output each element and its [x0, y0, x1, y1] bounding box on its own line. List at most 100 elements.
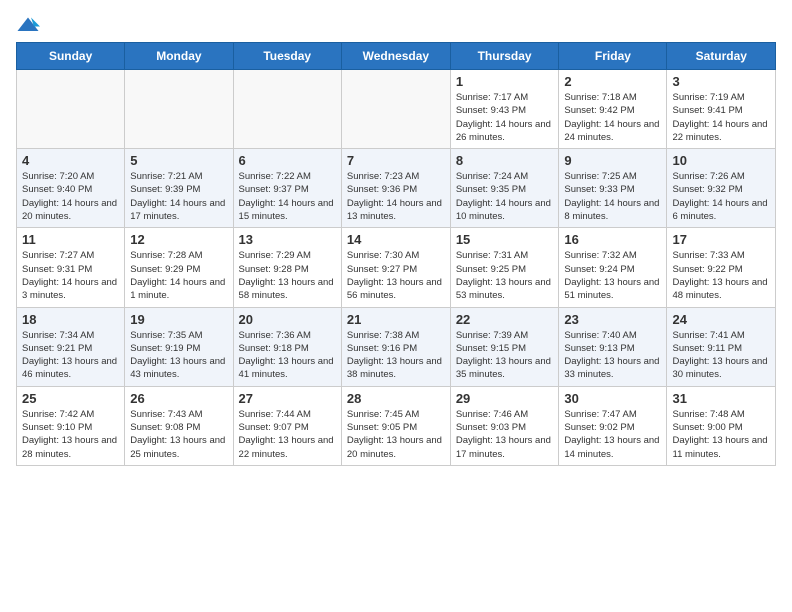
calendar-cell: 17 Sunrise: 7:33 AM Sunset: 9:22 PM Dayli…: [667, 228, 776, 307]
day-number: 31: [672, 391, 770, 406]
day-info: Sunrise: 7:47 AM Sunset: 9:02 PM Dayligh…: [564, 408, 661, 461]
calendar-week-row: 18 Sunrise: 7:34 AM Sunset: 9:21 PM Dayli…: [17, 307, 776, 386]
calendar-cell: 26Sunrise: 7:43 AM Sunset: 9:08 PM Dayli…: [125, 386, 233, 465]
calendar-cell: 13 Sunrise: 7:29 AM Sunset: 9:28 PM Dayli…: [233, 228, 341, 307]
day-info: Sunrise: 7:24 AM Sunset: 9:35 PM Dayligh…: [456, 170, 554, 223]
day-number: 7: [347, 153, 445, 168]
calendar-cell: [341, 70, 450, 149]
calendar-cell: [17, 70, 125, 149]
day-number: 30: [564, 391, 661, 406]
calendar-cell: 23 Sunrise: 7:40 AM Sunset: 9:13 PM Dayli…: [559, 307, 667, 386]
day-number: 5: [130, 153, 227, 168]
calendar-week-row: 11Sunrise: 7:27 AM Sunset: 9:31 PM Dayli…: [17, 228, 776, 307]
calendar-cell: 8 Sunrise: 7:24 AM Sunset: 9:35 PM Daylig…: [450, 149, 559, 228]
calendar-cell: 29 Sunrise: 7:46 AM Sunset: 9:03 PM Dayli…: [450, 386, 559, 465]
day-info: Sunrise: 7:23 AM Sunset: 9:36 PM Dayligh…: [347, 170, 445, 223]
day-info: Sunrise: 7:48 AM Sunset: 9:00 PM Dayligh…: [672, 408, 770, 461]
calendar-week-row: 25 Sunrise: 7:42 AM Sunset: 9:10 PM Dayli…: [17, 386, 776, 465]
day-number: 16: [564, 232, 661, 247]
day-number: 21: [347, 312, 445, 327]
calendar-cell: 9 Sunrise: 7:25 AM Sunset: 9:33 PM Daylig…: [559, 149, 667, 228]
day-info: Sunrise: 7:17 AM Sunset: 9:43 PM Dayligh…: [456, 91, 554, 144]
calendar-cell: 4 Sunrise: 7:20 AM Sunset: 9:40 PM Daylig…: [17, 149, 125, 228]
calendar-header-row: SundayMondayTuesdayWednesdayThursdayFrid…: [17, 43, 776, 70]
calendar-cell: 30 Sunrise: 7:47 AM Sunset: 9:02 PM Dayli…: [559, 386, 667, 465]
day-number: 20: [239, 312, 336, 327]
calendar-cell: 22 Sunrise: 7:39 AM Sunset: 9:15 PM Dayli…: [450, 307, 559, 386]
day-info: Sunrise: 7:32 AM Sunset: 9:24 PM Dayligh…: [564, 249, 661, 302]
calendar-cell: 15 Sunrise: 7:31 AM Sunset: 9:25 PM Dayli…: [450, 228, 559, 307]
day-number: 18: [22, 312, 119, 327]
calendar-table: SundayMondayTuesdayWednesdayThursdayFrid…: [16, 42, 776, 466]
day-info: Sunrise: 7:28 AM Sunset: 9:29 PM Dayligh…: [130, 249, 227, 302]
day-number: 12: [130, 232, 227, 247]
day-number: 3: [672, 74, 770, 89]
day-info: Sunrise: 7:22 AM Sunset: 9:37 PM Dayligh…: [239, 170, 336, 223]
calendar-cell: 7 Sunrise: 7:23 AM Sunset: 9:36 PM Daylig…: [341, 149, 450, 228]
day-number: 11: [22, 232, 119, 247]
col-header-wednesday: Wednesday: [341, 43, 450, 70]
day-number: 4: [22, 153, 119, 168]
day-info: Sunrise: 7:19 AM Sunset: 9:41 PM Dayligh…: [672, 91, 770, 144]
calendar-cell: 19 Sunrise: 7:35 AM Sunset: 9:19 PM Dayli…: [125, 307, 233, 386]
day-number: 19: [130, 312, 227, 327]
day-number: 6: [239, 153, 336, 168]
day-number: 15: [456, 232, 554, 247]
day-info: Sunrise: 7:21 AM Sunset: 9:39 PM Dayligh…: [130, 170, 227, 223]
day-info: Sunrise: 7:45 AM Sunset: 9:05 PM Dayligh…: [347, 408, 445, 461]
col-header-sunday: Sunday: [17, 43, 125, 70]
day-info: Sunrise: 7:20 AM Sunset: 9:40 PM Dayligh…: [22, 170, 119, 223]
calendar-cell: 1 Sunrise: 7:17 AM Sunset: 9:43 PM Daylig…: [450, 70, 559, 149]
day-number: 10: [672, 153, 770, 168]
page-header: [16, 16, 776, 34]
calendar-cell: 20Sunrise: 7:36 AM Sunset: 9:18 PM Dayli…: [233, 307, 341, 386]
calendar-cell: 21 Sunrise: 7:38 AM Sunset: 9:16 PM Dayli…: [341, 307, 450, 386]
day-info: Sunrise: 7:35 AM Sunset: 9:19 PM Dayligh…: [130, 329, 227, 382]
day-info: Sunrise: 7:42 AM Sunset: 9:10 PM Dayligh…: [22, 408, 119, 461]
calendar-cell: 10Sunrise: 7:26 AM Sunset: 9:32 PM Dayli…: [667, 149, 776, 228]
day-number: 25: [22, 391, 119, 406]
day-number: 27: [239, 391, 336, 406]
day-number: 29: [456, 391, 554, 406]
calendar-cell: 2 Sunrise: 7:18 AM Sunset: 9:42 PM Daylig…: [559, 70, 667, 149]
col-header-monday: Monday: [125, 43, 233, 70]
day-number: 22: [456, 312, 554, 327]
day-number: 14: [347, 232, 445, 247]
calendar-cell: 12 Sunrise: 7:28 AM Sunset: 9:29 PM Dayli…: [125, 228, 233, 307]
col-header-tuesday: Tuesday: [233, 43, 341, 70]
day-info: Sunrise: 7:29 AM Sunset: 9:28 PM Dayligh…: [239, 249, 336, 302]
day-number: 2: [564, 74, 661, 89]
calendar-cell: [233, 70, 341, 149]
calendar-cell: 28 Sunrise: 7:45 AM Sunset: 9:05 PM Dayli…: [341, 386, 450, 465]
day-info: Sunrise: 7:33 AM Sunset: 9:22 PM Dayligh…: [672, 249, 770, 302]
day-info: Sunrise: 7:25 AM Sunset: 9:33 PM Dayligh…: [564, 170, 661, 223]
day-info: Sunrise: 7:31 AM Sunset: 9:25 PM Dayligh…: [456, 249, 554, 302]
calendar-cell: 14Sunrise: 7:30 AM Sunset: 9:27 PM Dayli…: [341, 228, 450, 307]
calendar-cell: 11Sunrise: 7:27 AM Sunset: 9:31 PM Dayli…: [17, 228, 125, 307]
day-number: 13: [239, 232, 336, 247]
calendar-cell: 24Sunrise: 7:41 AM Sunset: 9:11 PM Dayli…: [667, 307, 776, 386]
calendar-week-row: 1 Sunrise: 7:17 AM Sunset: 9:43 PM Daylig…: [17, 70, 776, 149]
day-info: Sunrise: 7:46 AM Sunset: 9:03 PM Dayligh…: [456, 408, 554, 461]
day-info: Sunrise: 7:40 AM Sunset: 9:13 PM Dayligh…: [564, 329, 661, 382]
day-info: Sunrise: 7:18 AM Sunset: 9:42 PM Dayligh…: [564, 91, 661, 144]
day-number: 17: [672, 232, 770, 247]
calendar-cell: 16 Sunrise: 7:32 AM Sunset: 9:24 PM Dayli…: [559, 228, 667, 307]
calendar-cell: 27Sunrise: 7:44 AM Sunset: 9:07 PM Dayli…: [233, 386, 341, 465]
calendar-cell: 5 Sunrise: 7:21 AM Sunset: 9:39 PM Daylig…: [125, 149, 233, 228]
day-number: 28: [347, 391, 445, 406]
day-info: Sunrise: 7:39 AM Sunset: 9:15 PM Dayligh…: [456, 329, 554, 382]
col-header-saturday: Saturday: [667, 43, 776, 70]
day-info: Sunrise: 7:34 AM Sunset: 9:21 PM Dayligh…: [22, 329, 119, 382]
calendar-cell: 31 Sunrise: 7:48 AM Sunset: 9:00 PM Dayli…: [667, 386, 776, 465]
day-number: 8: [456, 153, 554, 168]
day-number: 1: [456, 74, 554, 89]
col-header-friday: Friday: [559, 43, 667, 70]
day-info: Sunrise: 7:38 AM Sunset: 9:16 PM Dayligh…: [347, 329, 445, 382]
calendar-week-row: 4 Sunrise: 7:20 AM Sunset: 9:40 PM Daylig…: [17, 149, 776, 228]
day-number: 23: [564, 312, 661, 327]
day-number: 9: [564, 153, 661, 168]
calendar-cell: 6 Sunrise: 7:22 AM Sunset: 9:37 PM Daylig…: [233, 149, 341, 228]
day-info: Sunrise: 7:41 AM Sunset: 9:11 PM Dayligh…: [672, 329, 770, 382]
day-number: 26: [130, 391, 227, 406]
